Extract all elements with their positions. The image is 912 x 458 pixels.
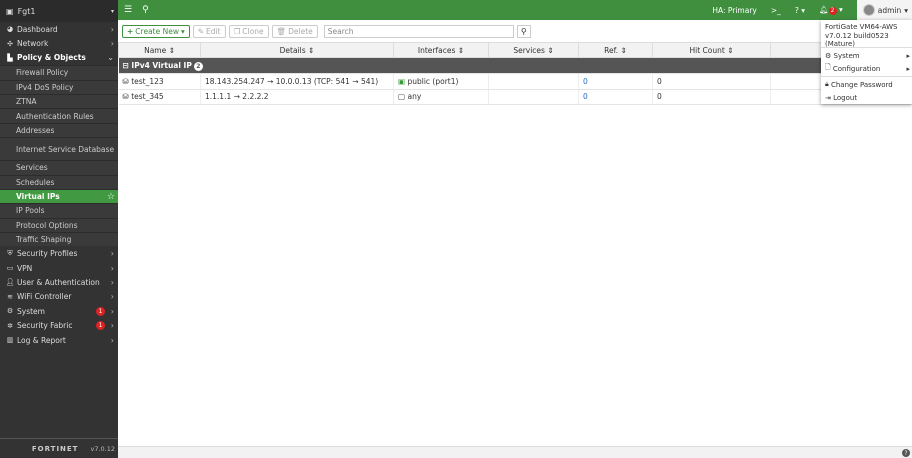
network-icon: ✣ (7, 39, 13, 48)
gear-icon: ⚙ (825, 51, 834, 60)
menu-logout[interactable]: ⇥ Logout (821, 91, 912, 104)
chevron-right-icon: › (110, 277, 114, 287)
sidebar-item-schedules[interactable]: Schedules (0, 174, 118, 189)
menu-configuration[interactable]: 🗋︎ Configuration ▸ (821, 62, 912, 75)
clone-button[interactable]: ❐ Clone (228, 24, 269, 38)
gear-icon: ⚙ (6, 307, 14, 316)
version: v7.0.12 (90, 444, 115, 453)
sidebar-item-user-authentication[interactable]: 👤︎ User & Authentication › (0, 275, 118, 289)
search-icon[interactable]: ⚲ (142, 5, 149, 15)
sidebar-item-system[interactable]: ⚙ System 1 › (0, 304, 118, 318)
sort-icon: ⇕ (727, 45, 734, 55)
menu-icon[interactable]: ☰ (124, 5, 132, 15)
status-bar: ? (118, 446, 912, 458)
sidebar-item-log-report[interactable]: ▥ Log & Report › (0, 333, 118, 347)
user-menu-button[interactable]: admin ▾ (856, 0, 912, 20)
sidebar: ▣ Fgt1 ▾ ◕ Dashboard › ✣ Network › ▙ Policy & Obj… (0, 0, 118, 458)
virtual-ip-table: Name ⇕ Details ⇕ Interfaces ⇕ Services ⇕ Ref… (118, 42, 912, 105)
column-header[interactable]: Name ⇕ (118, 42, 201, 58)
sidebar-item-traffic-shaping[interactable]: Traffic Shaping (0, 232, 118, 247)
chevron-right-icon: › (110, 321, 114, 331)
port-icon: ▣ (398, 76, 406, 86)
avatar (862, 4, 875, 16)
file-icon: 🗋︎ (825, 63, 833, 71)
build: v7.0.12 build0523 (Mature) (825, 31, 889, 48)
cli-icon[interactable]: >_ (771, 6, 781, 15)
toolbar: + Create New ▾ ✎ Edit ❐ Clone 🗑︎ Delete S… (118, 20, 912, 42)
edit-button[interactable]: ✎ Edit (192, 24, 226, 38)
sort-icon: ⇕ (547, 45, 554, 55)
menu-system[interactable]: ⚙ System ▸ (821, 49, 912, 62)
dashboard-icon: ◕ (6, 25, 14, 34)
sidebar-item-ipv4-dos-policy[interactable]: IPv4 DoS Policy (0, 79, 118, 94)
sidebar-item-virtual-ips[interactable]: Virtual IPs ☆ (0, 188, 118, 204)
chevron-right-icon: › (110, 263, 114, 273)
sidebar-item-security-fabric[interactable]: ✲ Security Fabric 1 › (0, 318, 118, 332)
fortinet-logo: FORTINET (31, 444, 79, 453)
ha-status[interactable]: HA: Primary (712, 6, 757, 15)
chevron-right-icon: › (110, 306, 114, 316)
column-header[interactable]: Details ⇕ (200, 42, 394, 58)
help-icon[interactable]: ? ▾ (795, 6, 805, 15)
device-icon: ▣ (6, 6, 14, 16)
chevron-right-icon: › (110, 39, 114, 49)
sidebar-item-protocol-options[interactable]: Protocol Options (0, 217, 118, 233)
sidebar-item-policy-objects[interactable]: ▙ Policy & Objects ⌄ (0, 51, 118, 65)
sidebar-item-authentication-rules[interactable]: Authentication Rules (0, 108, 118, 123)
chevron-right-icon: › (110, 24, 114, 34)
logout-icon: ⇥ (825, 93, 834, 102)
table-row[interactable]: ⛁ test_123 18.143.254.247 → 10.0.0.13 (T… (118, 73, 912, 90)
top-bar: ☰ ⚲ HA: Primary >_ ? ▾ 🔔︎ 2 ▾ admin ▾ (118, 0, 912, 20)
sidebar-item-ztna[interactable]: ZTNA (0, 93, 118, 109)
vip-icon: ⛁ (122, 92, 129, 102)
policy-icon: ▙ (7, 53, 13, 62)
sidebar-item-firewall-policy[interactable]: Firewall Policy (0, 65, 118, 80)
column-header[interactable]: Services ⇕ (488, 42, 579, 58)
sidebar-item-wifi-controller[interactable]: ≋ WiFi Controller › (0, 290, 118, 304)
menu-change-password[interactable]: 🔒︎ Change Password (821, 78, 912, 91)
sidebar-item-network[interactable]: ✣ Network › (0, 36, 118, 50)
vip-icon: ⛁ (122, 76, 129, 86)
sidebar-item-dashboard[interactable]: ◕ Dashboard › (0, 22, 118, 36)
sort-icon: ⇕ (620, 45, 627, 55)
user-icon: 👤︎ (5, 278, 15, 287)
table-row[interactable]: ⛁ test_345 1.1.1.1 → 2.2.2.2 ▢ any 0 0 (118, 89, 912, 105)
shield-icon: ⛨ (7, 249, 13, 258)
star-icon[interactable]: ☆ (107, 192, 115, 202)
fabric-icon: ✲ (7, 321, 13, 330)
user-dropdown-menu: FortiGate VM64-AWS v7.0.12 build0523 (Ma… (821, 20, 912, 104)
chevron-right-icon: › (110, 292, 114, 302)
column-header[interactable]: Ref. ⇕ (578, 42, 653, 58)
chevron-right-icon: › (110, 249, 114, 259)
sort-icon: ⇕ (457, 45, 465, 55)
chart-icon: ▥ (6, 336, 14, 344)
device-selector[interactable]: ▣ Fgt1 ▾ (0, 0, 118, 22)
chevron-down-icon: ⌄ (107, 53, 114, 63)
delete-button[interactable]: 🗑︎ Delete (271, 24, 318, 38)
column-header[interactable]: Hit Count ⇕ (652, 42, 771, 58)
group-row[interactable]: ⊟ IPv4 Virtual IP 2 (118, 57, 912, 74)
any-icon: ▢ (398, 92, 406, 102)
badge: 1 (96, 306, 105, 316)
collapse-icon[interactable]: ⊟ (123, 61, 129, 70)
chevron-right-icon: › (110, 335, 114, 345)
help-icon[interactable]: ? (902, 449, 910, 457)
sort-icon: ⇕ (308, 45, 315, 55)
sidebar-item-ip-pools[interactable]: IP Pools (0, 203, 118, 218)
sidebar-item-services[interactable]: Services (0, 160, 118, 175)
vpn-icon: ▭ (6, 264, 14, 273)
search-button[interactable]: ⚲ (516, 24, 531, 38)
sidebar-item-addresses[interactable]: Addresses (0, 122, 118, 138)
create-new-button[interactable]: + Create New ▾ (122, 24, 190, 38)
wifi-icon: ≋ (7, 292, 13, 301)
sort-icon: ⇕ (168, 45, 175, 55)
notifications-button[interactable]: 🔔︎ 2 ▾ (819, 5, 843, 15)
sidebar-item-internet-service-database[interactable]: Internet Service Database (0, 137, 118, 161)
sidebar-item-security-profiles[interactable]: ⛨ Security Profiles › (0, 246, 118, 260)
search-input[interactable]: Search (323, 24, 514, 38)
badge: 1 (96, 321, 105, 331)
sidebar-item-vpn[interactable]: ▭ VPN › (0, 261, 118, 275)
column-header[interactable]: Interfaces ⇕ (393, 42, 489, 58)
